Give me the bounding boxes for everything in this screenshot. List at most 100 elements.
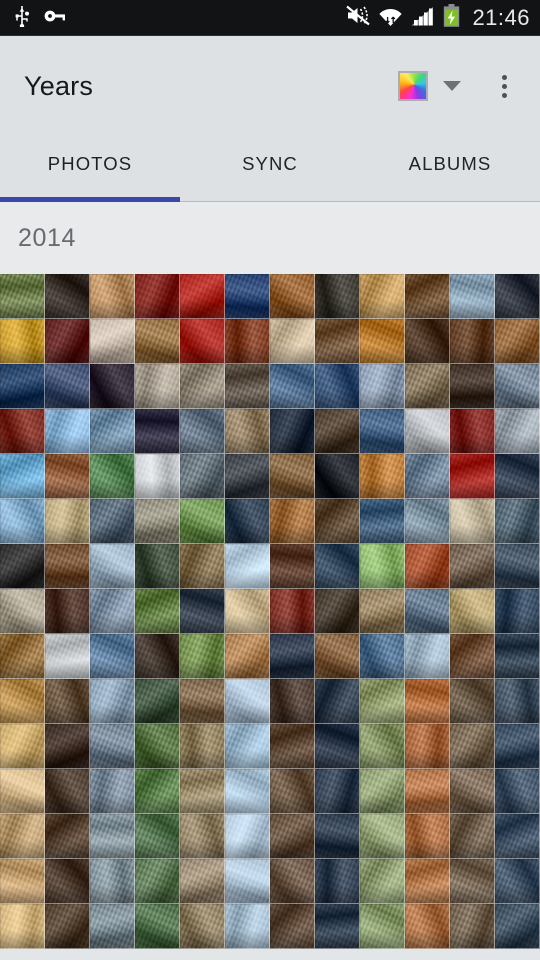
photo-thumbnail[interactable]	[90, 724, 135, 769]
photo-thumbnail[interactable]	[360, 589, 405, 634]
photo-thumbnail[interactable]	[225, 544, 270, 589]
photo-thumbnail[interactable]	[405, 319, 450, 364]
photo-thumbnail[interactable]	[450, 499, 495, 544]
photo-thumbnail[interactable]	[315, 499, 360, 544]
photo-thumbnail[interactable]	[45, 544, 90, 589]
photo-thumbnail[interactable]	[405, 454, 450, 499]
photo-thumbnail[interactable]	[270, 679, 315, 724]
photo-thumbnail[interactable]	[405, 679, 450, 724]
photo-thumbnail[interactable]	[450, 769, 495, 814]
photo-thumbnail[interactable]	[180, 409, 225, 454]
photo-thumbnail[interactable]	[495, 319, 540, 364]
photo-thumbnail[interactable]	[45, 589, 90, 634]
photo-thumbnail[interactable]	[90, 814, 135, 859]
photo-thumbnail[interactable]	[180, 814, 225, 859]
photo-thumbnail[interactable]	[405, 589, 450, 634]
photo-thumbnail[interactable]	[180, 679, 225, 724]
photo-thumbnail[interactable]	[90, 634, 135, 679]
photo-grid-container[interactable]	[0, 274, 540, 949]
photo-thumbnail[interactable]	[360, 364, 405, 409]
photo-thumbnail[interactable]	[180, 544, 225, 589]
photo-grid[interactable]	[0, 274, 540, 949]
photo-thumbnail[interactable]	[315, 904, 360, 949]
photo-thumbnail[interactable]	[90, 319, 135, 364]
photo-thumbnail[interactable]	[0, 274, 45, 319]
photo-thumbnail[interactable]	[450, 319, 495, 364]
photo-thumbnail[interactable]	[270, 904, 315, 949]
photo-thumbnail[interactable]	[135, 589, 180, 634]
photo-thumbnail[interactable]	[495, 859, 540, 904]
photo-thumbnail[interactable]	[135, 859, 180, 904]
photo-thumbnail[interactable]	[315, 634, 360, 679]
photo-thumbnail[interactable]	[45, 319, 90, 364]
photo-thumbnail[interactable]	[0, 409, 45, 454]
photo-thumbnail[interactable]	[0, 454, 45, 499]
photo-thumbnail[interactable]	[0, 859, 45, 904]
photo-thumbnail[interactable]	[450, 454, 495, 499]
photo-thumbnail[interactable]	[90, 499, 135, 544]
photo-thumbnail[interactable]	[225, 814, 270, 859]
photo-thumbnail[interactable]	[360, 454, 405, 499]
photo-thumbnail[interactable]	[0, 589, 45, 634]
photo-thumbnail[interactable]	[270, 499, 315, 544]
photo-thumbnail[interactable]	[360, 814, 405, 859]
photo-thumbnail[interactable]	[405, 634, 450, 679]
photo-thumbnail[interactable]	[450, 274, 495, 319]
photo-thumbnail[interactable]	[90, 589, 135, 634]
photo-thumbnail[interactable]	[495, 364, 540, 409]
photo-thumbnail[interactable]	[135, 679, 180, 724]
photo-thumbnail[interactable]	[270, 814, 315, 859]
photo-thumbnail[interactable]	[180, 454, 225, 499]
photo-thumbnail[interactable]	[180, 364, 225, 409]
photo-thumbnail[interactable]	[270, 274, 315, 319]
photo-thumbnail[interactable]	[270, 859, 315, 904]
photo-thumbnail[interactable]	[405, 364, 450, 409]
tab-sync[interactable]: SYNC	[180, 136, 360, 202]
photo-thumbnail[interactable]	[225, 769, 270, 814]
photo-thumbnail[interactable]	[180, 274, 225, 319]
photo-thumbnail[interactable]	[0, 904, 45, 949]
photo-thumbnail[interactable]	[180, 724, 225, 769]
photo-thumbnail[interactable]	[495, 409, 540, 454]
color-filter-dropdown-button[interactable]	[432, 64, 472, 108]
photo-thumbnail[interactable]	[495, 679, 540, 724]
photo-thumbnail[interactable]	[45, 769, 90, 814]
photo-thumbnail[interactable]	[360, 634, 405, 679]
photo-thumbnail[interactable]	[360, 319, 405, 364]
photo-thumbnail[interactable]	[360, 409, 405, 454]
photo-thumbnail[interactable]	[405, 769, 450, 814]
photo-thumbnail[interactable]	[270, 454, 315, 499]
photo-thumbnail[interactable]	[495, 814, 540, 859]
photo-thumbnail[interactable]	[135, 904, 180, 949]
photo-thumbnail[interactable]	[495, 769, 540, 814]
photo-thumbnail[interactable]	[495, 274, 540, 319]
photo-thumbnail[interactable]	[225, 274, 270, 319]
photo-thumbnail[interactable]	[405, 544, 450, 589]
photo-thumbnail[interactable]	[450, 409, 495, 454]
photo-thumbnail[interactable]	[135, 454, 180, 499]
photo-thumbnail[interactable]	[360, 859, 405, 904]
photo-thumbnail[interactable]	[315, 319, 360, 364]
photo-thumbnail[interactable]	[0, 769, 45, 814]
photo-thumbnail[interactable]	[495, 544, 540, 589]
photo-thumbnail[interactable]	[0, 544, 45, 589]
photo-thumbnail[interactable]	[270, 409, 315, 454]
photo-thumbnail[interactable]	[405, 904, 450, 949]
section-header-year[interactable]: 2014	[0, 202, 540, 274]
photo-thumbnail[interactable]	[450, 364, 495, 409]
photo-thumbnail[interactable]	[0, 634, 45, 679]
photo-thumbnail[interactable]	[0, 499, 45, 544]
photo-thumbnail[interactable]	[0, 724, 45, 769]
photo-thumbnail[interactable]	[0, 364, 45, 409]
photo-thumbnail[interactable]	[135, 319, 180, 364]
photo-thumbnail[interactable]	[180, 499, 225, 544]
photo-thumbnail[interactable]	[270, 319, 315, 364]
photo-thumbnail[interactable]	[45, 454, 90, 499]
photo-thumbnail[interactable]	[0, 319, 45, 364]
photo-thumbnail[interactable]	[225, 634, 270, 679]
overflow-menu-button[interactable]	[484, 58, 524, 114]
photo-thumbnail[interactable]	[90, 454, 135, 499]
photo-thumbnail[interactable]	[225, 589, 270, 634]
photo-thumbnail[interactable]	[225, 904, 270, 949]
photo-thumbnail[interactable]	[90, 544, 135, 589]
